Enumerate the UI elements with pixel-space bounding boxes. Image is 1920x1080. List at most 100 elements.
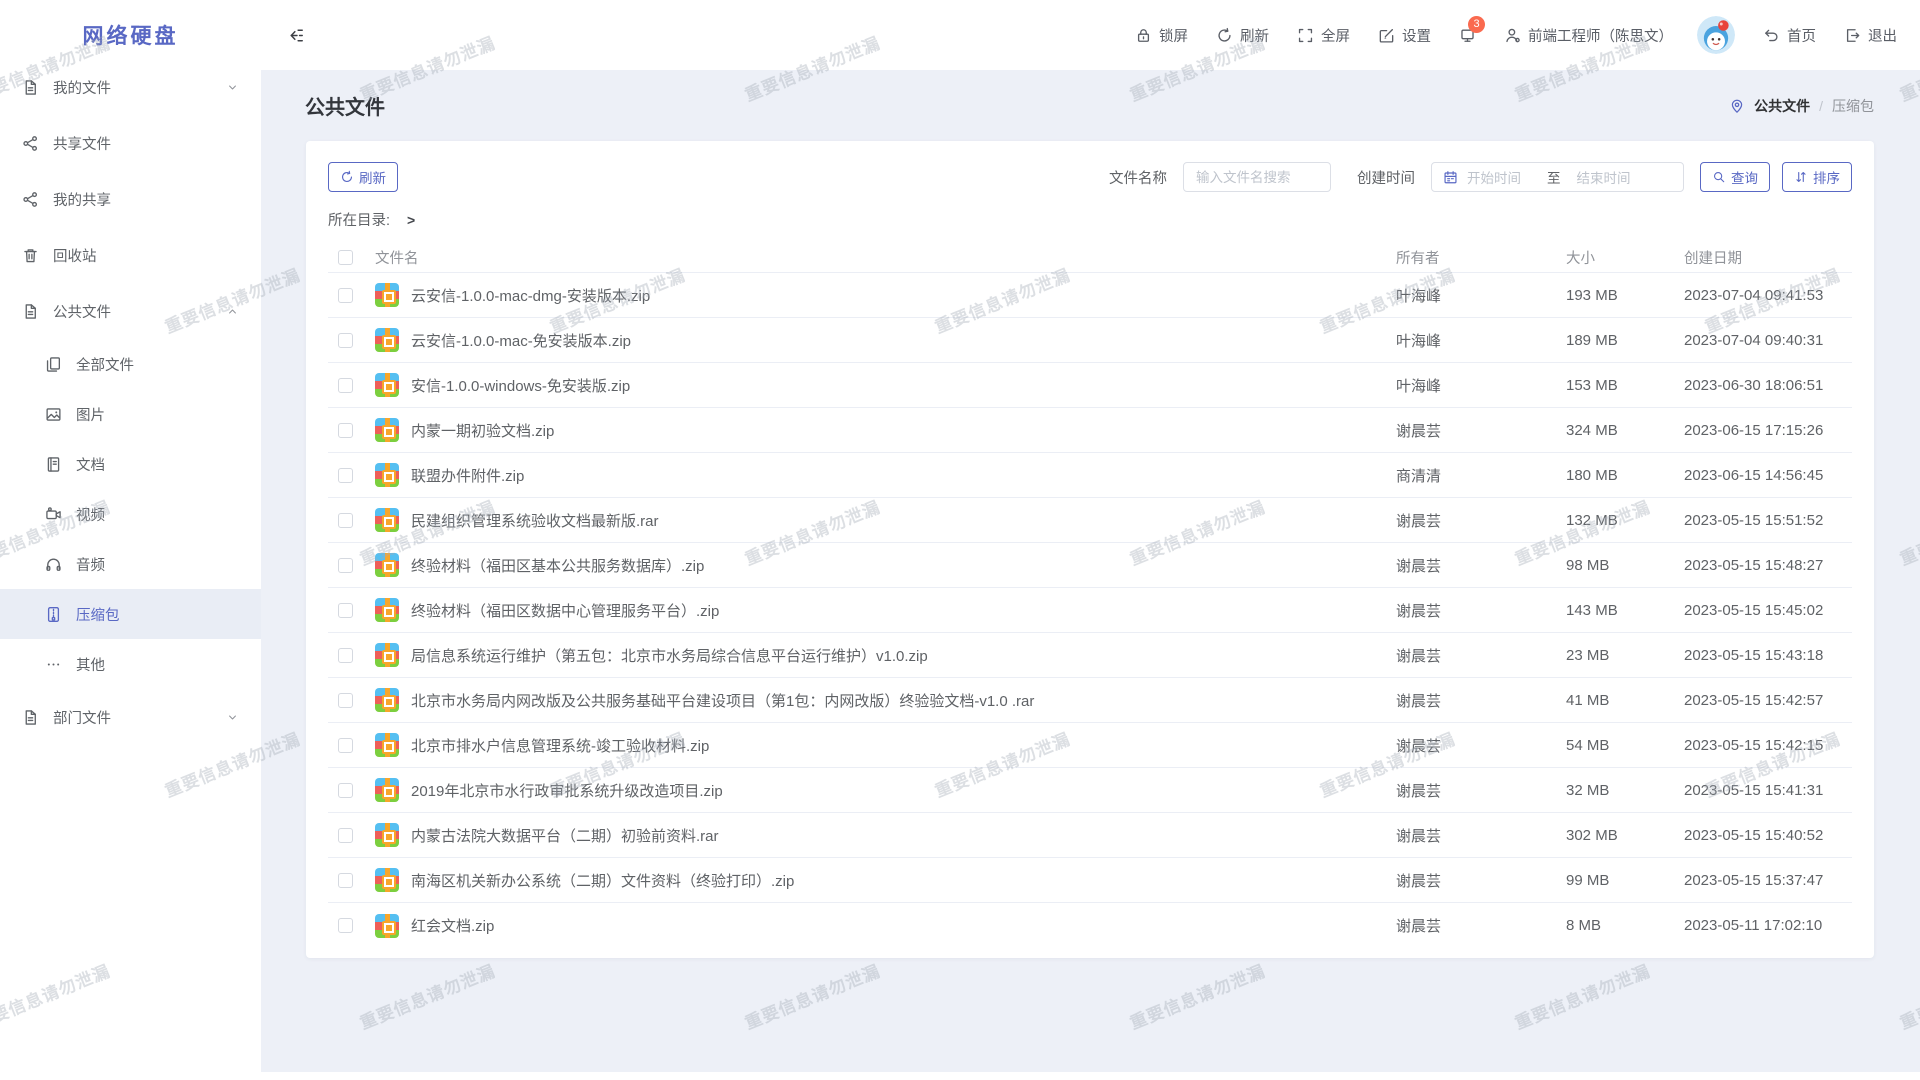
table-row[interactable]: 民建组织管理系统验收文档最新版.rar谢晨芸132 MB2023-05-15 1…: [328, 498, 1852, 543]
row-checkbox[interactable]: [338, 918, 353, 933]
row-checkbox[interactable]: [338, 378, 353, 393]
home-button[interactable]: 首页: [1763, 25, 1816, 46]
lock-screen-button[interactable]: 锁屏: [1135, 25, 1188, 46]
file-name[interactable]: 民建组织管理系统验收文档最新版.rar: [411, 510, 1396, 531]
row-checkbox[interactable]: [338, 783, 353, 798]
directory-separator[interactable]: >: [407, 212, 415, 228]
zip-file-icon: [375, 688, 399, 712]
table-row[interactable]: 北京市水务局内网改版及公共服务基础平台建设项目（第1包：内网改版）终验验文档-v…: [328, 678, 1852, 723]
row-checkbox[interactable]: [338, 648, 353, 663]
sidebar-item-10[interactable]: 压缩包: [0, 589, 261, 639]
table-row[interactable]: 内蒙古法院大数据平台（二期）初验前资料.rar谢晨芸302 MB2023-05-…: [328, 813, 1852, 858]
user-avatar[interactable]: [1697, 16, 1735, 54]
settings-label: 设置: [1402, 25, 1431, 46]
row-checkbox[interactable]: [338, 603, 353, 618]
sidebar-item-8[interactable]: 视频: [0, 489, 261, 539]
sidebar-collapse-button[interactable]: [287, 26, 306, 45]
file-name[interactable]: 红会文档.zip: [411, 915, 1396, 936]
table-row[interactable]: 红会文档.zip谢晨芸8 MB2023-05-11 17:02:10: [328, 903, 1852, 948]
file-date: 2023-05-15 15:43:18: [1684, 647, 1852, 664]
file-date: 2023-05-15 15:45:02: [1684, 602, 1852, 619]
refresh-list-button[interactable]: 刷新: [328, 162, 398, 192]
table-row[interactable]: 2019年北京市水行政审批系统升级改造项目.zip谢晨芸32 MB2023-05…: [328, 768, 1852, 813]
row-checkbox[interactable]: [338, 468, 353, 483]
settings-button[interactable]: 设置: [1378, 25, 1431, 46]
file-name[interactable]: 2019年北京市水行政审批系统升级改造项目.zip: [411, 780, 1396, 801]
table-row[interactable]: 联盟办件附件.zip商清清180 MB2023-06-15 14:56:45: [328, 453, 1852, 498]
sidebar-item-7[interactable]: 文档: [0, 439, 261, 489]
sidebar-item-6[interactable]: 图片: [0, 389, 261, 439]
row-checkbox[interactable]: [338, 423, 353, 438]
date-range-picker[interactable]: 开始时间 至 结束时间: [1431, 162, 1684, 192]
table-row[interactable]: 终验材料（福田区基本公共服务数据库）.zip谢晨芸98 MB2023-05-15…: [328, 543, 1852, 588]
settings-icon: [1378, 27, 1395, 44]
file-owner: 谢晨芸: [1396, 690, 1566, 711]
file-name[interactable]: 终验材料（福田区基本公共服务数据库）.zip: [411, 555, 1396, 576]
select-all-checkbox[interactable]: [338, 250, 353, 265]
row-checkbox[interactable]: [338, 873, 353, 888]
start-date-placeholder[interactable]: 开始时间: [1467, 167, 1545, 187]
sidebar-item-1[interactable]: 共享文件: [0, 115, 261, 171]
sort-button[interactable]: 排序: [1782, 162, 1852, 192]
file-name[interactable]: 北京市水务局内网改版及公共服务基础平台建设项目（第1包：内网改版）终验验文档-v…: [411, 690, 1396, 711]
sidebar-item-4[interactable]: 公共文件: [0, 283, 261, 339]
sidebar-item-5[interactable]: 全部文件: [0, 339, 261, 389]
file-owner: 叶海峰: [1396, 330, 1566, 351]
table-row[interactable]: 安信-1.0.0-windows-免安装版.zip叶海峰153 MB2023-0…: [328, 363, 1852, 408]
sidebar-item-9[interactable]: 音频: [0, 539, 261, 589]
file-icon: [22, 79, 39, 96]
refresh-page-button[interactable]: 刷新: [1216, 25, 1269, 46]
file-name[interactable]: 局信息系统运行维护（第五包：北京市水务局综合信息平台运行维护）v1.0.zip: [411, 645, 1396, 666]
file-name[interactable]: 南海区机关新办公系统（二期）文件资料（终验打印）.zip: [411, 870, 1396, 891]
current-directory: 所在目录: >: [328, 209, 1852, 230]
file-name[interactable]: 联盟办件附件.zip: [411, 465, 1396, 486]
file-date: 2023-05-15 15:51:52: [1684, 512, 1852, 529]
table-body: 云安信-1.0.0-mac-dmg-安装版本.zip叶海峰193 MB2023-…: [328, 273, 1852, 948]
row-checkbox[interactable]: [338, 333, 353, 348]
zip-file-icon: [375, 778, 399, 802]
sidebar-item-3[interactable]: 回收站: [0, 227, 261, 283]
table-row[interactable]: 局信息系统运行维护（第五包：北京市水务局综合信息平台运行维护）v1.0.zip谢…: [328, 633, 1852, 678]
file-icon: [22, 303, 39, 320]
sidebar-item-0[interactable]: 我的文件: [0, 59, 261, 115]
zip-icon: [45, 606, 62, 623]
row-checkbox[interactable]: [338, 828, 353, 843]
file-name[interactable]: 终验材料（福田区数据中心管理服务平台）.zip: [411, 600, 1396, 621]
filter-row: 刷新 文件名称 创建时间 开始时间 至 结束时间 查询: [328, 162, 1852, 192]
file-owner: 谢晨芸: [1396, 825, 1566, 846]
file-owner: 谢晨芸: [1396, 555, 1566, 576]
table-row[interactable]: 南海区机关新办公系统（二期）文件资料（终验打印）.zip谢晨芸99 MB2023…: [328, 858, 1852, 903]
fullscreen-button[interactable]: 全屏: [1297, 25, 1350, 46]
table-row[interactable]: 云安信-1.0.0-mac-dmg-安装版本.zip叶海峰193 MB2023-…: [328, 273, 1852, 318]
file-name[interactable]: 安信-1.0.0-windows-免安装版.zip: [411, 375, 1396, 396]
breadcrumb-root[interactable]: 公共文件: [1754, 96, 1810, 116]
query-button[interactable]: 查询: [1700, 162, 1770, 192]
sidebar-item-2[interactable]: 我的共享: [0, 171, 261, 227]
file-size: 99 MB: [1566, 872, 1684, 889]
file-size: 54 MB: [1566, 737, 1684, 754]
table-row[interactable]: 云安信-1.0.0-mac-免安装版本.zip叶海峰189 MB2023-07-…: [328, 318, 1852, 363]
zip-file-icon: [375, 643, 399, 667]
file-name[interactable]: 云安信-1.0.0-mac-免安装版本.zip: [411, 330, 1396, 351]
row-checkbox[interactable]: [338, 513, 353, 528]
table-row[interactable]: 内蒙一期初验文档.zip谢晨芸324 MB2023-06-15 17:15:26: [328, 408, 1852, 453]
row-checkbox[interactable]: [338, 288, 353, 303]
table-row[interactable]: 北京市排水户信息管理系统-竣工验收材料.zip谢晨芸54 MB2023-05-1…: [328, 723, 1852, 768]
logout-button[interactable]: 退出: [1844, 25, 1897, 46]
filename-search-input[interactable]: [1183, 162, 1331, 192]
row-checkbox[interactable]: [338, 693, 353, 708]
file-name[interactable]: 内蒙古法院大数据平台（二期）初验前资料.rar: [411, 825, 1396, 846]
end-date-placeholder[interactable]: 结束时间: [1577, 167, 1631, 187]
file-name[interactable]: 北京市排水户信息管理系统-竣工验收材料.zip: [411, 735, 1396, 756]
file-name[interactable]: 云安信-1.0.0-mac-dmg-安装版本.zip: [411, 285, 1396, 306]
table-row[interactable]: 终验材料（福田区数据中心管理服务平台）.zip谢晨芸143 MB2023-05-…: [328, 588, 1852, 633]
user-menu[interactable]: 前端工程师（陈思文）: [1504, 25, 1673, 46]
row-checkbox[interactable]: [338, 738, 353, 753]
notification-button[interactable]: 3: [1459, 27, 1476, 44]
zip-file-icon: [375, 733, 399, 757]
sidebar-item-12[interactable]: 部门文件: [0, 689, 261, 745]
file-name[interactable]: 内蒙一期初验文档.zip: [411, 420, 1396, 441]
chevron-down-icon: [226, 81, 239, 94]
sidebar-item-11[interactable]: 其他: [0, 639, 261, 689]
row-checkbox[interactable]: [338, 558, 353, 573]
